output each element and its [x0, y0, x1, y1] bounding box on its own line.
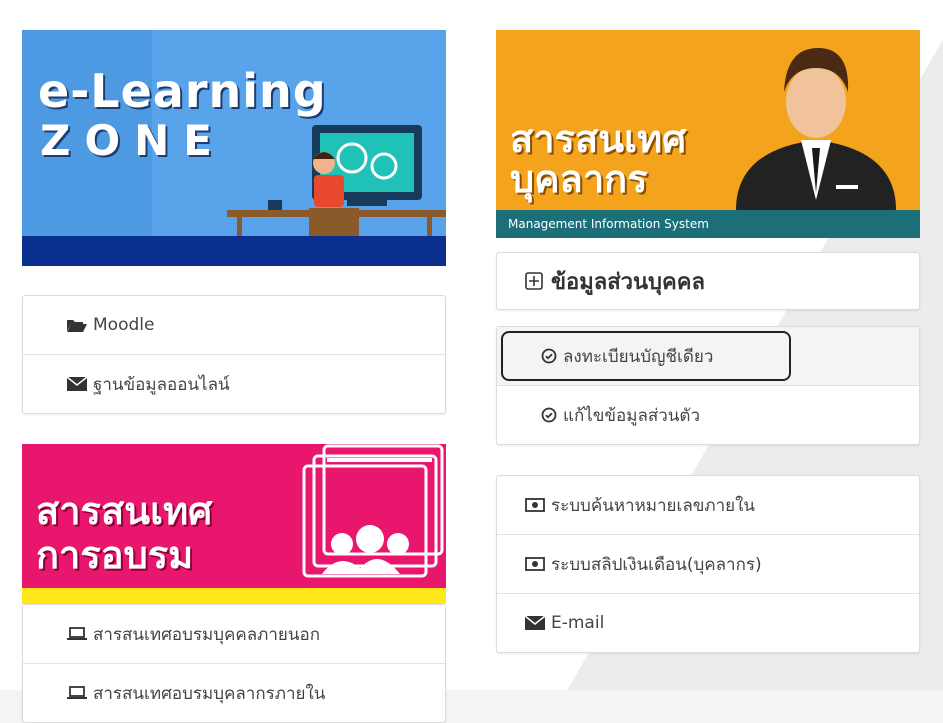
laptop-icon [67, 686, 87, 700]
single-account-register-link[interactable]: ลงทะเบียนบัญชีเดียว [497, 327, 919, 386]
phone-extension-search-link[interactable]: ระบบค้นหาหมายเลขภายใน [497, 476, 919, 535]
email-link[interactable]: E-mail [497, 594, 919, 652]
online-database-label: ฐานข้อมูลออนไลน์ [93, 374, 230, 395]
edit-profile-label: แก้ไขข้อมูลส่วนตัว [563, 405, 701, 426]
training-links-panel: สารสนเทศอบรมบุคคลภายนอก สารสนเทศอบรมบุคล… [22, 604, 446, 723]
elearning-subtitle: ZONE [40, 116, 226, 165]
elearning-links-panel: Moodle ฐานข้อมูลออนไลน์ [22, 295, 446, 414]
external-training-label: สารสนเทศอบรมบุคคลภายนอก [93, 624, 320, 645]
email-label: E-mail [551, 613, 605, 633]
personal-info-header[interactable]: ข้อมูลส่วนบุคคล [496, 252, 920, 310]
folder-open-icon [67, 318, 87, 332]
envelope-icon [67, 377, 87, 391]
elearning-stripe [22, 236, 446, 266]
envelope-icon [525, 616, 545, 630]
system-links-panel: ระบบค้นหาหมายเลขภายใน ระบบสลิปเงินเดือน(… [496, 475, 920, 653]
training-subtitle: การอบรม [36, 533, 194, 577]
elearning-banner[interactable]: e-Learning ZONE [22, 30, 446, 266]
training-stripe [22, 588, 446, 604]
personal-links-panel: ลงทะเบียนบัญชีเดียว แก้ไขข้อมูลส่วนตัว [496, 326, 920, 445]
phone-extension-search-label: ระบบค้นหาหมายเลขภายใน [551, 495, 755, 516]
internal-training-label: สารสนเทศอบรมบุคลากรภายใน [93, 683, 326, 704]
right-column: สารสนเทศ บุคลากร Management Information … [496, 30, 920, 653]
moodle-label: Moodle [93, 315, 155, 335]
external-training-link[interactable]: สารสนเทศอบรมบุคคลภายนอก [23, 605, 445, 664]
mis-banner[interactable]: สารสนเทศ บุคลากร Management Information … [496, 30, 920, 238]
online-database-link[interactable]: ฐานข้อมูลออนไลน์ [23, 355, 445, 413]
money-icon [525, 557, 545, 571]
plus-square-icon [525, 272, 543, 290]
moodle-link[interactable]: Moodle [23, 296, 445, 355]
money-icon [525, 498, 545, 512]
payslip-label: ระบบสลิปเงินเดือน(บุคลากร) [551, 554, 762, 575]
check-circle-icon [541, 407, 557, 423]
laptop-icon [67, 627, 87, 641]
mis-footer: Management Information System [496, 210, 920, 238]
personal-info-title: ข้อมูลส่วนบุคคล [551, 269, 705, 295]
left-column: e-Learning ZONE Moodle ฐานข้อมูลออนไลน์ [22, 30, 446, 723]
internal-training-link[interactable]: สารสนเทศอบรมบุคลากรภายใน [23, 664, 445, 722]
edit-profile-link[interactable]: แก้ไขข้อมูลส่วนตัว [497, 386, 919, 444]
payslip-link[interactable]: ระบบสลิปเงินเดือน(บุคลากร) [497, 535, 919, 594]
highlight-box [501, 331, 791, 381]
elearning-title: e-Learning [38, 64, 327, 118]
training-banner[interactable]: สารสนเทศ การอบรม [22, 444, 446, 604]
mis-subtitle: บุคลากร [510, 157, 648, 201]
